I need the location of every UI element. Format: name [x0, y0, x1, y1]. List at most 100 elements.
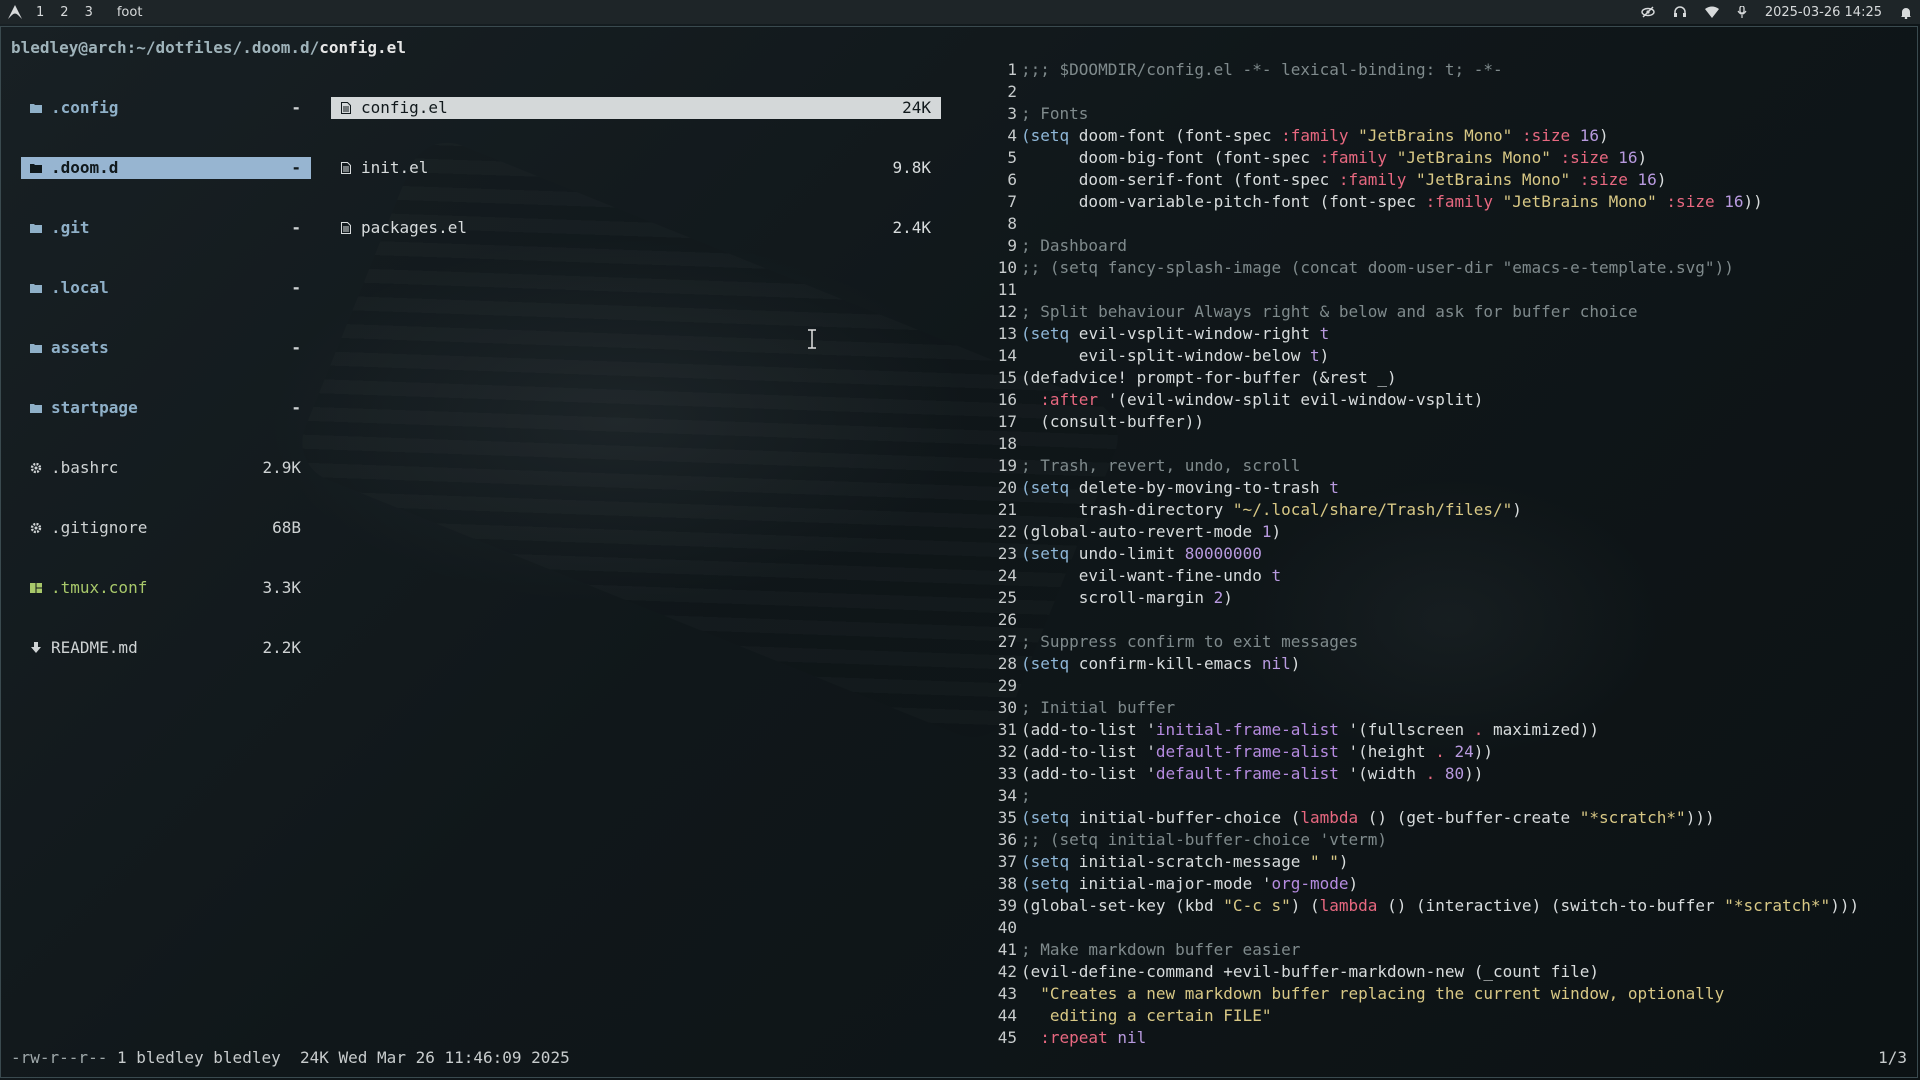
- code-token: ;; (setq fancy-splash-image (concat doom…: [1021, 258, 1734, 277]
- file-list-item[interactable]: .gitignore 68B: [21, 517, 311, 539]
- code-token: 16: [1618, 148, 1638, 167]
- code-token: ; Make markdown buffer easier: [1021, 940, 1301, 959]
- file-preview-pane[interactable]: 1;;; $DOOMDIR/config.el -*- lexical-bind…: [995, 59, 1895, 1049]
- file-size: -: [291, 98, 301, 117]
- code-token: (consult-buffer)): [1021, 412, 1205, 431]
- file-list-item[interactable]: assets -: [21, 337, 311, 359]
- code-line: 44 editing a certain FILE": [995, 1005, 1895, 1027]
- file-list-item[interactable]: startpage -: [21, 397, 311, 419]
- file-list-item[interactable]: .tmux.conf 3.3K: [21, 577, 311, 599]
- file-list-item[interactable]: .git -: [21, 217, 311, 239]
- microphone-icon[interactable]: [1737, 6, 1747, 18]
- code-line: 9; Dashboard: [995, 235, 1895, 257]
- code-token: evil-split-window-below: [1021, 346, 1310, 365]
- line-number: 38: [997, 874, 1017, 893]
- code-token: org-mode: [1271, 874, 1349, 893]
- line-number: 24: [997, 566, 1017, 585]
- file-list-item[interactable]: init.el 9.8K: [331, 157, 941, 179]
- file-size: -: [291, 278, 301, 297]
- file-status-line: -rw-r--r-- 1 bledley bledley 24K Wed Mar…: [11, 1047, 570, 1069]
- code-token: :size: [1560, 148, 1609, 167]
- code-text: (add-to-list 'default-frame-alist '(heig…: [1021, 741, 1493, 763]
- code-text: ; Trash, revert, undo, scroll: [1021, 455, 1300, 477]
- code-token: confirm-kill-emacs: [1069, 654, 1262, 673]
- file-name: init.el: [361, 158, 429, 177]
- file-list-item[interactable]: .config -: [21, 97, 311, 119]
- file-list-item[interactable]: packages.el 2.4K: [331, 217, 941, 239]
- code-line: 8: [995, 213, 1895, 235]
- notification-bell-icon[interactable]: [1900, 6, 1912, 19]
- code-text: doom-big-font (font-spec :family "JetBra…: [1021, 147, 1647, 169]
- code-token: () (get-buffer-create: [1358, 808, 1580, 827]
- code-token: 16: [1579, 126, 1600, 145]
- gear-icon: [29, 457, 43, 479]
- code-text: (add-to-list 'default-frame-alist '(widt…: [1021, 763, 1483, 785]
- file-size: -: [291, 398, 301, 417]
- workspace-1[interactable]: 1: [36, 5, 44, 20]
- line-number: 30: [997, 698, 1017, 717]
- eye-slash-icon[interactable]: [1641, 6, 1655, 18]
- file-list-item[interactable]: .local -: [21, 277, 311, 299]
- code-text: "Creates a new markdown buffer replacing…: [1021, 983, 1724, 1005]
- file-list-item-selected[interactable]: .doom.d -: [21, 157, 311, 179]
- code-line: 39 (global-set-key (kbd "C-c s") (lambda …: [995, 895, 1895, 917]
- code-token: doom-big-font (font-spec: [1021, 148, 1320, 167]
- file-list-item[interactable]: README.md 2.2K: [21, 637, 311, 659]
- code-line: 26: [995, 609, 1895, 631]
- code-line: 22 (global-auto-revert-mode 1): [995, 521, 1895, 543]
- arch-logo-icon[interactable]: [8, 5, 22, 19]
- headphones-icon[interactable]: [1673, 6, 1687, 18]
- code-token: ;: [1021, 786, 1031, 805]
- code-line: 37 (setq initial-scratch-message " "): [995, 851, 1895, 873]
- file-name: .gitignore: [51, 518, 148, 537]
- code-line: 43 "Creates a new markdown buffer replac…: [995, 983, 1895, 1005]
- code-token: t: [1329, 478, 1339, 497]
- line-number: 8: [1007, 214, 1017, 233]
- clock-datetime[interactable]: 2025-03-26 14:25: [1765, 5, 1882, 20]
- code-token: t: [1319, 324, 1330, 343]
- code-token: ): [1271, 522, 1282, 541]
- code-text: (add-to-list 'initial-frame-alist '(full…: [1021, 719, 1599, 741]
- code-text: (evil-define-command +evil-buffer-markdo…: [1021, 961, 1599, 983]
- code-token: (setq: [1021, 874, 1070, 893]
- line-number: 10: [997, 258, 1017, 277]
- code-token: (setq: [1021, 808, 1070, 827]
- terminal-window[interactable]: bledley@arch:~/dotfiles/.doom.d/config.e…: [0, 26, 1918, 1078]
- code-text: ; Initial buffer: [1021, 697, 1175, 719]
- line-number: 27: [997, 632, 1017, 651]
- code-text: doom-serif-font (font-spec :family "JetB…: [1021, 169, 1667, 191]
- file-list-item-selected[interactable]: config.el 24K: [331, 97, 941, 119]
- line-number: 21: [997, 500, 1017, 519]
- code-text: editing a certain FILE": [1021, 1005, 1272, 1027]
- code-token: '(height: [1338, 742, 1436, 761]
- file-size: 2.4K: [892, 218, 931, 237]
- code-token: "*scratch*": [1724, 896, 1831, 915]
- file-list-item[interactable]: .bashrc 2.9K: [21, 457, 311, 479]
- code-token: 16: [1724, 192, 1744, 211]
- workspace-3[interactable]: 3: [85, 5, 93, 20]
- code-token: :family: [1281, 126, 1349, 145]
- file-name: README.md: [51, 638, 138, 657]
- code-line: 28 (setq confirm-kill-emacs nil): [995, 653, 1895, 675]
- parent-directory-pane[interactable]: .config - .doom.d - .git - .local - asse…: [21, 59, 311, 697]
- line-number: 13: [997, 324, 1017, 343]
- code-token: initial-scratch-message: [1069, 852, 1310, 871]
- line-number: 40: [997, 918, 1017, 937]
- code-line: 18: [995, 433, 1895, 455]
- wifi-icon[interactable]: [1704, 6, 1719, 18]
- document-icon: [339, 157, 353, 179]
- code-line: 35 (setq initial-buffer-choice (lambda ()…: [995, 807, 1895, 829]
- code-token: ): [1656, 170, 1667, 189]
- code-token: '(width: [1338, 764, 1426, 783]
- workspace-2[interactable]: 2: [60, 5, 68, 20]
- current-directory-pane[interactable]: config.el 24K init.el 9.8K packages.el 2…: [331, 59, 941, 277]
- line-number: 36: [997, 830, 1017, 849]
- code-token: (setq: [1021, 654, 1070, 673]
- code-line: 38 (setq initial-major-mode 'org-mode): [995, 873, 1895, 895]
- code-token: :after: [1040, 390, 1099, 409]
